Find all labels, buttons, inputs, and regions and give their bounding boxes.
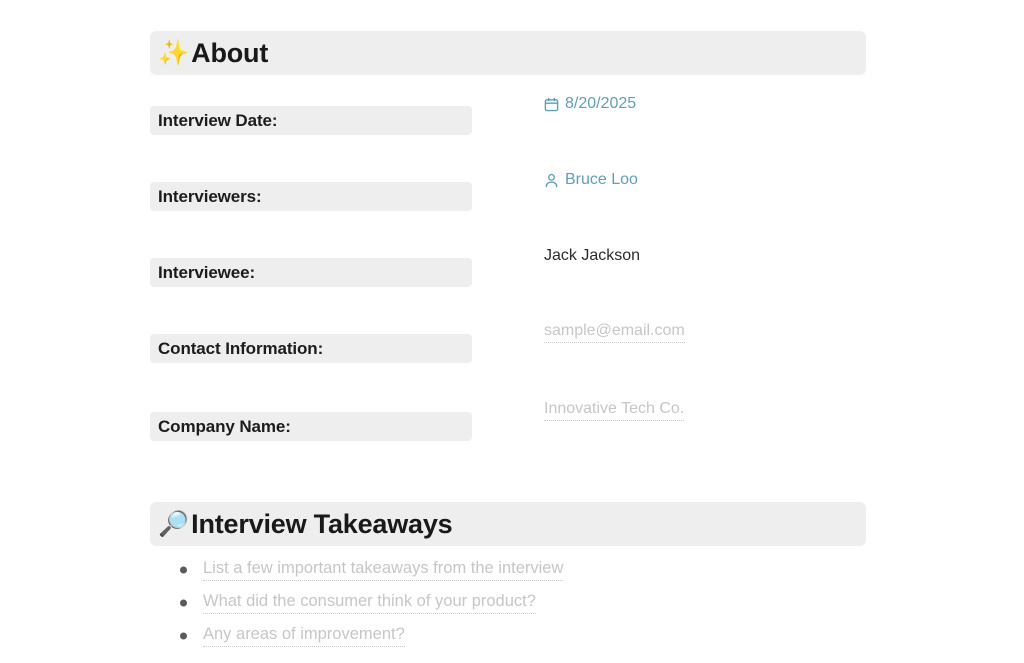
takeaways-list: List a few important takeaways from the …	[150, 553, 866, 652]
calendar-icon	[544, 97, 559, 112]
bullet-icon	[180, 599, 187, 606]
list-item[interactable]: List a few important takeaways from the …	[150, 553, 866, 586]
document-page: ✨ About Interview Date: 8/20/2025 Interv…	[0, 0, 1024, 663]
field-label-interviewee: Interviewee:	[150, 258, 472, 287]
sparkles-icon: ✨	[158, 38, 190, 67]
field-row-interviewers: Interviewers: Bruce Loo	[150, 171, 866, 222]
takeaway-text: Any areas of improvement?	[203, 625, 405, 647]
list-item[interactable]: Any areas of improvement?	[150, 619, 866, 652]
field-row-company-name: Company Name: Innovative Tech Co.	[150, 400, 866, 452]
person-icon	[544, 173, 559, 188]
field-value-text: sample@email.com	[544, 322, 685, 343]
field-value-contact-information[interactable]: sample@email.com	[544, 320, 685, 344]
magnifying-glass-icon: 🔎	[158, 509, 190, 538]
field-label-interviewers: Interviewers:	[150, 182, 472, 211]
bullet-icon	[180, 632, 187, 639]
field-value-interviewers[interactable]: Bruce Loo	[544, 168, 638, 192]
field-value-interviewee[interactable]: Jack Jackson	[544, 244, 640, 268]
list-item[interactable]: What did the consumer think of your prod…	[150, 586, 866, 619]
field-label-interview-date: Interview Date:	[150, 106, 472, 135]
section-title-interview-takeaways: Interview Takeaways	[191, 508, 453, 539]
section-title-about: About	[191, 37, 269, 68]
takeaway-text: What did the consumer think of your prod…	[203, 592, 536, 614]
field-label-company-name: Company Name:	[150, 412, 472, 441]
section-header-interview-takeaways[interactable]: 🔎 Interview Takeaways	[150, 502, 866, 546]
field-row-contact-information: Contact Information: sample@email.com	[150, 322, 866, 374]
field-value-text: Bruce Loo	[565, 171, 638, 188]
field-row-interviewee: Interviewee: Jack Jackson	[150, 247, 866, 298]
field-value-text: Jack Jackson	[544, 247, 641, 264]
bullet-icon	[180, 566, 187, 573]
field-value-company-name[interactable]: Innovative Tech Co.	[544, 398, 685, 422]
takeaway-text: List a few important takeaways from the …	[203, 559, 564, 581]
field-row-interview-date: Interview Date: 8/20/2025	[150, 95, 866, 146]
section-header-about[interactable]: ✨ About	[150, 31, 866, 75]
field-label-contact-information: Contact Information:	[150, 334, 472, 363]
field-value-interview-date[interactable]: 8/20/2025	[544, 92, 636, 116]
field-value-text: 8/20/2025	[565, 95, 637, 112]
field-value-text: Innovative Tech Co.	[544, 400, 685, 421]
